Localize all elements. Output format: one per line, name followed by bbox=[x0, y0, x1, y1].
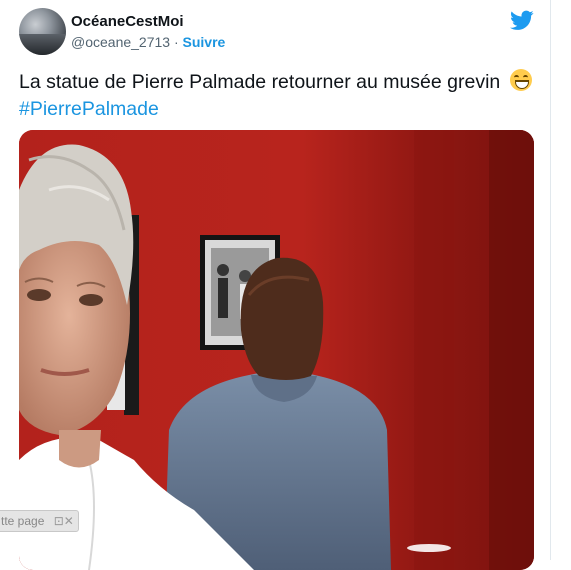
author-display-name[interactable]: OcéaneCestMoi bbox=[71, 13, 184, 30]
hashtag-link[interactable]: #PierrePalmade bbox=[19, 98, 159, 120]
wax-figures-photo bbox=[19, 130, 534, 570]
avatar[interactable] bbox=[19, 8, 66, 55]
translate-page-overlay[interactable]: tte page ⊡✕ bbox=[0, 510, 79, 532]
author-handle-line: @oceane_2713 · Suivre bbox=[71, 34, 225, 50]
translate-page-label[interactable]: tte page bbox=[1, 514, 44, 528]
follow-button[interactable]: Suivre bbox=[183, 34, 226, 50]
author-handle[interactable]: @oceane_2713 bbox=[71, 34, 170, 50]
tweet-body: La statue de Pierre Palmade retourner au… bbox=[19, 71, 501, 93]
overlay-controls[interactable]: ⊡✕ bbox=[54, 514, 74, 528]
handle-separator: · bbox=[173, 34, 179, 50]
tweet-text: La statue de Pierre Palmade retourner au… bbox=[19, 69, 539, 123]
twitter-bird-icon[interactable] bbox=[510, 10, 534, 31]
avatar-landscape bbox=[19, 34, 66, 55]
grinning-squinting-face-icon bbox=[509, 69, 532, 91]
tweet-photo[interactable] bbox=[19, 130, 534, 570]
tweet-card: OcéaneCestMoi @oceane_2713 · Suivre La s… bbox=[0, 0, 551, 570]
